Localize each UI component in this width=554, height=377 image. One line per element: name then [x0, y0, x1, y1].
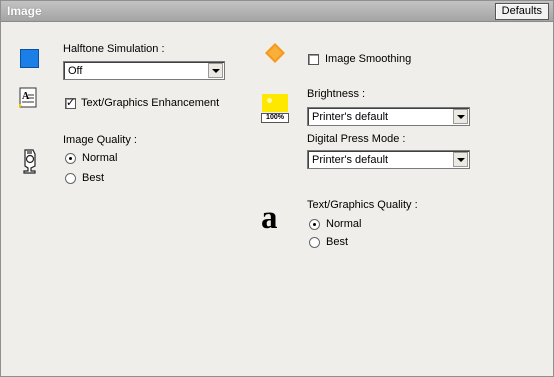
image-quality-icon [23, 149, 36, 174]
halftone-simulation-value: Off [68, 65, 83, 77]
halftone-simulation-label: Halftone Simulation : [63, 43, 165, 55]
image-settings-panel: Image Defaults Halftone Simulation : Off… [0, 0, 554, 377]
blue-square-icon [20, 49, 39, 68]
chevron-down-icon[interactable] [208, 63, 223, 78]
brightness-percent-text: 100% [261, 113, 289, 123]
text-graphics-enhancement-checkbox[interactable] [65, 96, 76, 109]
chevron-down-icon[interactable] [453, 109, 468, 124]
defaults-button[interactable]: Defaults [494, 3, 549, 20]
brightness-label: Brightness : [307, 88, 366, 100]
text-graphics-quality-normal-label[interactable]: Normal [326, 218, 361, 230]
panel-title: Image [7, 4, 42, 18]
text-graphics-quality-label: Text/Graphics Quality : [307, 199, 418, 211]
digital-press-mode-label: Digital Press Mode : [307, 133, 406, 145]
brightness-select[interactable]: Printer's default [307, 107, 470, 126]
title-bar: Image Defaults [1, 1, 553, 22]
chevron-down-icon[interactable] [453, 152, 468, 167]
image-quality-label: Image Quality : [63, 134, 137, 146]
image-quality-best-radio[interactable] [65, 173, 76, 184]
brightness-value: Printer's default [312, 111, 389, 123]
image-smoothing-checkbox[interactable] [308, 54, 319, 65]
digital-press-mode-select[interactable]: Printer's default [307, 150, 470, 169]
svg-text:A: A [22, 91, 30, 102]
diamond-icon [265, 43, 285, 63]
image-quality-best-label[interactable]: Best [82, 172, 104, 184]
text-graphics-quality-best-radio[interactable] [309, 237, 320, 248]
image-quality-normal-label[interactable]: Normal [82, 152, 117, 164]
letter-a-icon: a [261, 200, 278, 236]
image-quality-normal-radio[interactable] [65, 153, 76, 164]
image-smoothing-label[interactable]: Image Smoothing [325, 53, 411, 65]
halftone-simulation-select[interactable]: Off [63, 61, 225, 80]
text-graphics-quality-best-label[interactable]: Best [326, 236, 348, 248]
brightness-icon: 100% [261, 94, 289, 123]
text-graphics-icon: A [19, 87, 37, 108]
text-graphics-enhancement-label[interactable]: Text/Graphics Enhancement [81, 97, 219, 109]
digital-press-mode-value: Printer's default [312, 154, 389, 166]
text-graphics-quality-normal-radio[interactable] [309, 219, 320, 230]
